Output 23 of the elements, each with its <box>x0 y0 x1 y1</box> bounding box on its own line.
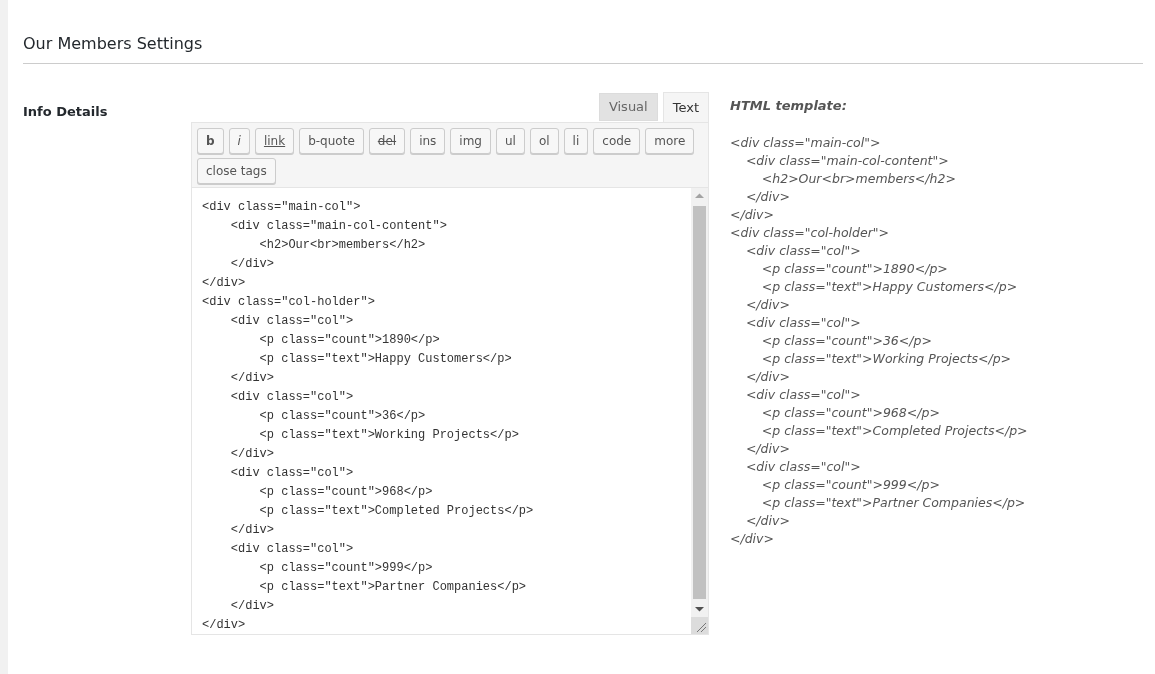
format-button[interactable]: del <box>368 128 406 155</box>
field-label: Info Details <box>23 103 109 122</box>
scrollbar-thumb[interactable] <box>693 206 706 600</box>
code-editor[interactable]: <div class="main-col"> <div class="main-col-content"> <h2>Our<br>members</h2> </div> </div> <div class="col-holder"> <div class="col"> <p class="count">1890</p> <p class="text">Happy Customers</p> </div> <div class="col"> <p class="count">36</p> <p class="text">Working Projects</p> </div> <div class="col"> <p class="count">968</p> <p class="text">Completed Projects</p> </div> <div class="col"> <p class="count">999</p> <p class="text">Partner Companies</p> </div> </div> <box>191 188 709 636</box>
format-button[interactable]: ol <box>529 128 559 155</box>
format-button[interactable]: close tags <box>197 158 276 185</box>
format-button[interactable]: i <box>228 128 250 155</box>
format-button[interactable]: ul <box>495 128 525 155</box>
editor-tab[interactable]: Text <box>662 92 709 123</box>
format-button[interactable]: b-quote <box>299 128 364 155</box>
template-code: <div class="main-col"> <div class="main-col-content"> <h2>Our<br>members</h2> </div> </div> <div class="col-holder"> <div class="col"> <p class="count">1890</p> <p class="text">Happy Customers</p> </div> <div class="col"> <p class="count">36</p> <p class="text">Working Projects</p> </div> <div class="col"> <p class="count">968</p> <p class="text">Completed Projects</p> </div> <div class="col"> <p class="count">999</p> <p class="text">Partner Companies</p> </div> </div> <box>730 133 1028 548</box>
format-button[interactable]: more <box>645 128 695 155</box>
format-button[interactable]: link <box>254 128 295 155</box>
format-button[interactable]: img <box>450 128 491 155</box>
scrollbar[interactable] <box>691 188 708 635</box>
format-button[interactable]: li <box>563 128 589 155</box>
template-title: HTML template: <box>730 97 848 116</box>
resize-grip-icon[interactable] <box>691 617 708 635</box>
editor-tab[interactable]: Visual <box>598 93 658 122</box>
format-button[interactable]: ins <box>410 128 446 155</box>
format-button[interactable]: b <box>197 128 224 155</box>
format-button[interactable]: code <box>593 128 641 155</box>
section-title: Our Members Settings <box>23 34 1143 65</box>
